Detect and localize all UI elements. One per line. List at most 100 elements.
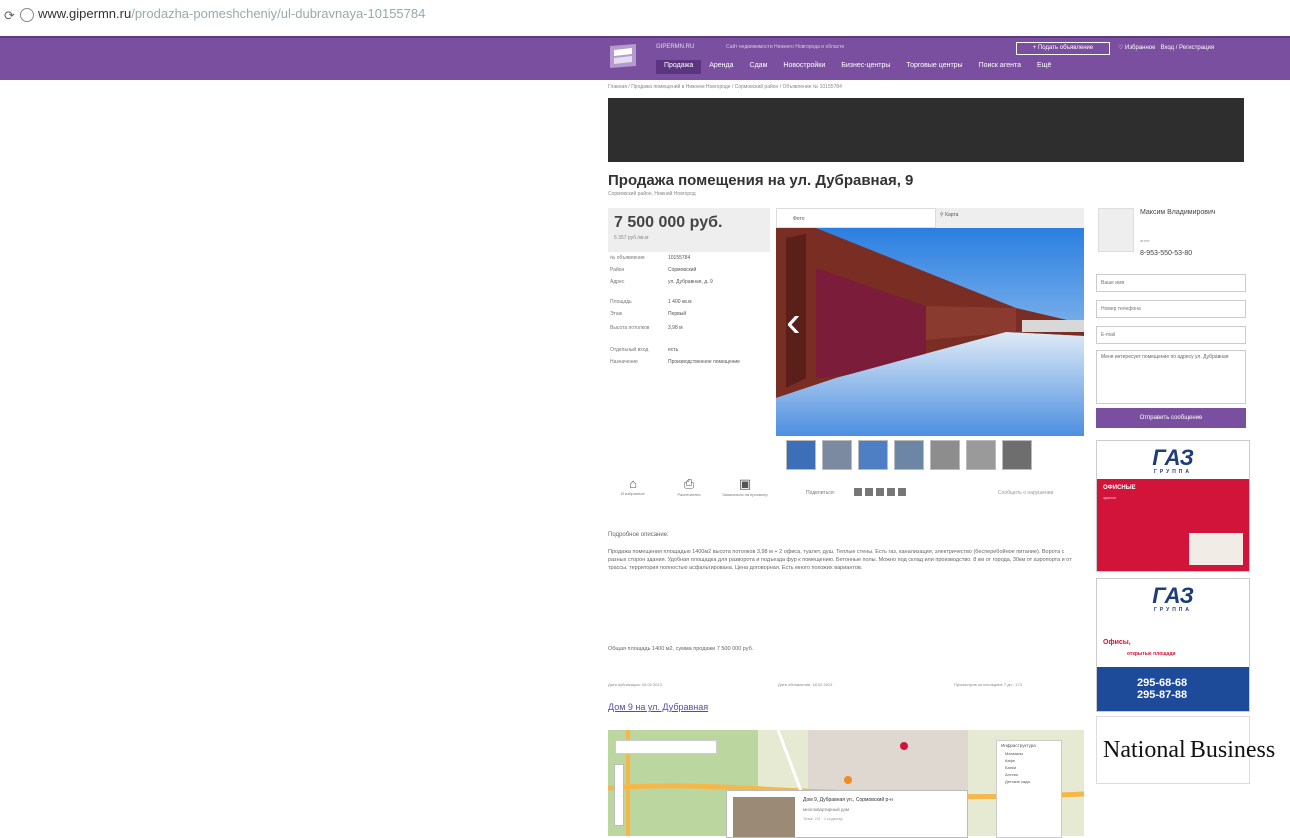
gallery-thumbnail[interactable] — [1002, 440, 1032, 470]
share-buttons — [854, 488, 906, 496]
share-mail-icon[interactable] — [898, 488, 906, 496]
action-label: Записаться на просмотр — [722, 492, 768, 497]
top-banner[interactable] — [608, 98, 1244, 162]
ad1-brand: ГАЗ — [1152, 445, 1194, 470]
phone-input[interactable] — [1096, 300, 1246, 318]
nav-item[interactable]: Новостройки — [775, 60, 833, 74]
globe-icon — [20, 8, 34, 22]
ad-banner-gaz-spaces[interactable]: ГАЗ ГРУППА Офисы, открытые площади 295-6… — [1096, 578, 1250, 712]
map-legend: Инфраструктура Магазины Кафе Банки Аптеки Де… — [996, 740, 1062, 838]
login-link[interactable]: Вход / Регистрация — [1160, 45, 1214, 51]
property-value: Первый — [668, 311, 687, 317]
map-legend-item[interactable]: Магазины — [997, 750, 1061, 757]
ad2-text2: открытые площади — [1127, 651, 1176, 657]
map-popup-sub: многоквартирный дом — [803, 807, 850, 812]
email-input[interactable] — [1096, 326, 1246, 344]
house-link[interactable]: Дом 9 на ул. Дубравная — [608, 702, 708, 712]
url-field[interactable]: www.gipermn.ru/prodazha-pomeshcheniy/ul-… — [38, 6, 425, 21]
map-popup-title[interactable]: Дом 9, Дубравная ул., Сормовский р-н — [803, 797, 893, 803]
ad3-logo: National Business — [1103, 737, 1275, 764]
map-popup-photo — [733, 797, 795, 837]
map-legend-item[interactable]: Детские сады — [997, 778, 1061, 785]
tab-map-label: Карта — [945, 212, 959, 218]
description-text: Продажа помещения площадью 1400м2 высота… — [608, 549, 1072, 571]
map-legend-item[interactable]: Кафе — [997, 757, 1061, 764]
gallery-thumbnail[interactable] — [894, 440, 924, 470]
agent-name[interactable]: Максим Владимирович — [1140, 208, 1240, 217]
map-toolbar[interactable] — [615, 740, 717, 754]
ad2-phone2: 295-87-88 — [1137, 689, 1188, 701]
price: 7 500 000 руб. — [614, 214, 723, 231]
property-key: № объявления — [610, 255, 645, 261]
send-message-button[interactable]: Отправить сообщение — [1096, 408, 1246, 428]
url-host: www.gipermn.ru — [38, 6, 132, 21]
ad3-word2: Business — [1189, 737, 1276, 763]
agent-phone: 8-953-550-53-80 — [1140, 250, 1193, 257]
thumbnail-strip — [776, 438, 1084, 472]
property-key: Отдельный вход — [610, 347, 649, 353]
nav-item[interactable]: Сдам — [742, 60, 776, 74]
nav-item[interactable]: Продажа — [656, 60, 702, 74]
property-value: Сормовский — [668, 267, 697, 273]
main-photo[interactable] — [776, 228, 1084, 436]
action-label: В избранное — [621, 491, 645, 496]
gallery-thumbnail[interactable] — [930, 440, 960, 470]
site-logo-icon[interactable] — [608, 42, 638, 70]
gallery-thumbnail[interactable] — [966, 440, 996, 470]
property-key: Высота потолков — [610, 325, 650, 331]
property-value: 3,98 м — [668, 325, 683, 331]
page-title: Продажа помещения на ул. Дубравная, 9 — [608, 172, 914, 189]
property-key: Назначение — [610, 359, 638, 365]
property-value: есть — [668, 347, 679, 353]
tab-photo[interactable]: Фото — [776, 208, 936, 228]
share-fb-icon[interactable] — [865, 488, 873, 496]
nav-item[interactable]: Торговые центры — [898, 60, 970, 74]
map-zoom-slider[interactable] — [614, 764, 624, 826]
nav-item[interactable]: Бизнес-центры — [833, 60, 898, 74]
map-legend-item[interactable]: Банки — [997, 764, 1061, 771]
tab-map[interactable]: ⚲ Карта — [940, 212, 958, 218]
main-nav: Продажа Аренда Сдам Новостройки Бизнес-центр… — [656, 60, 1059, 74]
map-popup: Дом 9, Дубравная ул., Сормовский р-н мно… — [726, 790, 968, 838]
description-heading: Подробное описание: — [608, 532, 669, 538]
message-textarea[interactable]: Меня интересует помещение по адресу ул. … — [1096, 350, 1246, 404]
nav-item[interactable]: Ещё — [1029, 60, 1059, 74]
calendar-icon: ▣ — [738, 476, 752, 491]
post-ad-button[interactable]: + Подать объявление — [1016, 42, 1110, 55]
share-vk-icon[interactable] — [854, 488, 862, 496]
map-legend-item[interactable]: Аптеки — [997, 771, 1061, 778]
nav-item[interactable]: Поиск агента — [971, 60, 1029, 74]
date-published: Дата публикации: 04.02.2013 — [608, 682, 662, 687]
calendar-action[interactable]: ▣ Записаться на просмотр — [720, 476, 770, 497]
share-tw-icon[interactable] — [876, 488, 884, 496]
agent-role: агент — [1140, 238, 1150, 243]
print-action[interactable]: ⎙ Распечатать — [664, 476, 714, 497]
reload-icon[interactable]: ⟳ — [4, 8, 15, 24]
site-tagline: Сайт недвижимости Нижнего Новгорода и об… — [726, 44, 845, 50]
site-brand[interactable]: GIPERMN.RU — [656, 44, 694, 50]
property-value: ул. Дубравная, д. 9 — [668, 279, 713, 285]
gallery-thumbnail[interactable] — [822, 440, 852, 470]
ad3-word1: National — [1103, 737, 1186, 763]
favorites-link[interactable]: ♡ Избранное — [1118, 45, 1155, 51]
total-summary: Общая площадь 1400 м2, сумма продажи 7 5… — [608, 646, 754, 652]
page-subtitle: Сормовский район, Нижний Новгород — [608, 191, 696, 197]
gallery-thumbnail[interactable] — [858, 440, 888, 470]
home-action[interactable]: ⌂ В избранное — [608, 476, 658, 496]
breadcrumb[interactable]: Главная / Продажа помещений в Нижнем Нов… — [608, 84, 842, 90]
ad-banner-gaz-offices[interactable]: ГАЗ ГРУППА ОФИСНЫЕ здания — [1096, 440, 1250, 572]
name-input[interactable] — [1096, 274, 1246, 292]
ad2-phone1: 295-68-68 — [1137, 677, 1188, 689]
ad1-text: ОФИСНЫЕ — [1103, 485, 1136, 491]
gallery-prev-arrow-icon[interactable]: ‹ — [786, 300, 801, 344]
ad2-brand: ГАЗ — [1152, 583, 1194, 608]
report-link[interactable]: Сообщить о нарушении — [998, 490, 1053, 496]
property-value: 1 400 кв.м — [668, 299, 692, 305]
nav-item[interactable]: Аренда — [701, 60, 741, 74]
ad-banner-national-business[interactable]: National Business — [1096, 716, 1275, 784]
avatar — [1098, 208, 1134, 252]
gallery-thumbnail[interactable] — [786, 440, 816, 470]
property-key: Адрес — [610, 279, 625, 285]
share-ok-icon[interactable] — [887, 488, 895, 496]
tab-photo-label: Фото — [793, 216, 805, 222]
